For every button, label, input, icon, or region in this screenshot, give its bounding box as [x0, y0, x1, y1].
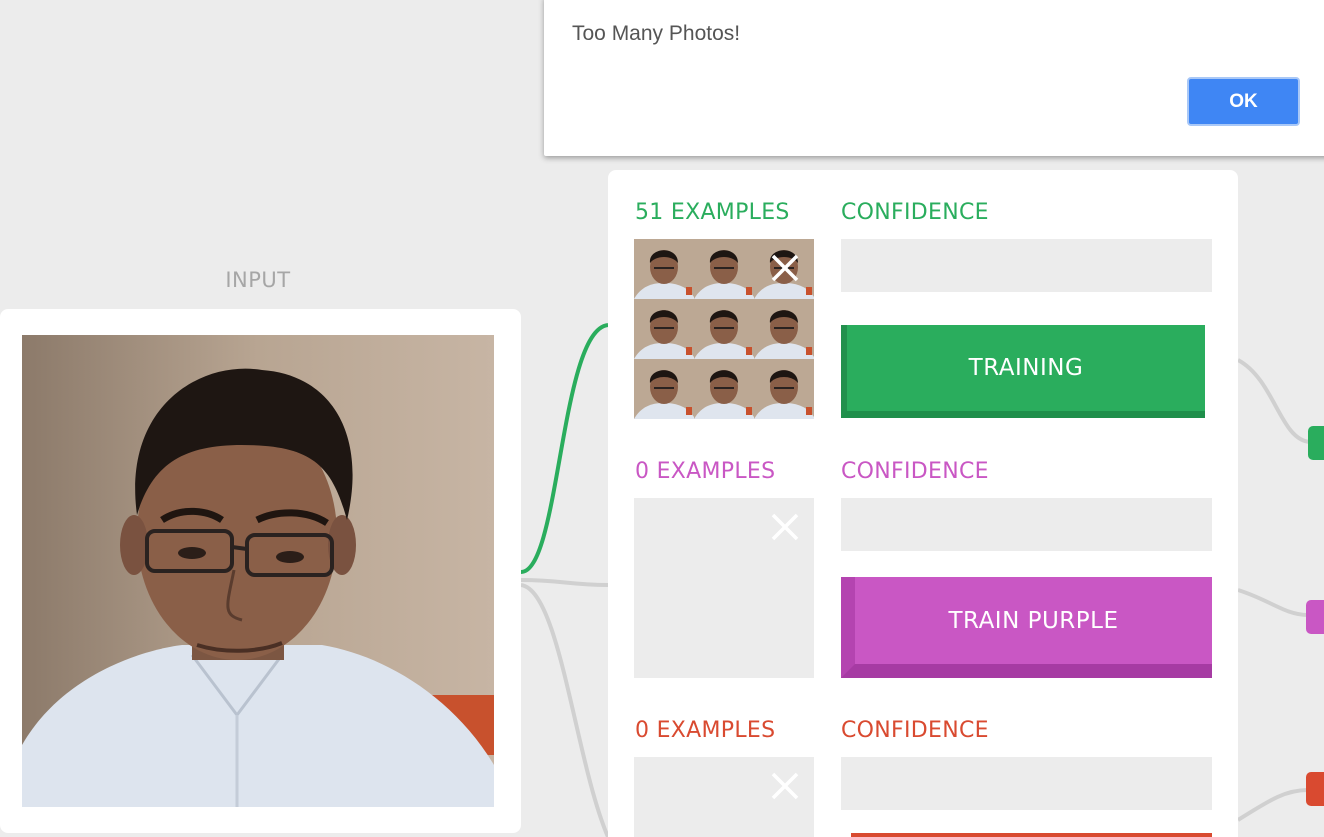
train-green-button[interactable]: TRAINING: [841, 325, 1205, 418]
example-thumbnail: [634, 239, 694, 299]
ok-button[interactable]: OK: [1187, 77, 1300, 126]
purple-output-node: [1306, 600, 1324, 634]
example-thumbnail: [694, 299, 754, 359]
green-output-node: [1308, 426, 1324, 460]
close-icon: [771, 254, 799, 282]
webcam-feed: [22, 335, 494, 807]
purple-confidence-label: CONFIDENCE: [841, 459, 989, 484]
alert-message: Too Many Photos!: [572, 22, 741, 45]
red-clear-examples-button[interactable]: [770, 771, 800, 801]
red-examples-thumbnails: [634, 757, 814, 837]
purple-clear-examples-button[interactable]: [770, 512, 800, 542]
red-confidence-label: CONFIDENCE: [841, 718, 989, 743]
green-examples-count: 51 EXAMPLES: [635, 200, 790, 225]
green-confidence-label: CONFIDENCE: [841, 200, 989, 225]
example-thumbnail: [694, 239, 754, 299]
close-icon: [771, 513, 799, 541]
train-red-button[interactable]: [851, 833, 1212, 837]
example-thumbnail: [634, 359, 694, 419]
close-icon: [771, 772, 799, 800]
app-root: INPUT 51 EXAMPLES CONFIDENCE TRAINING 0 …: [0, 0, 1324, 837]
red-output-node: [1306, 772, 1324, 806]
purple-examples-thumbnails: [634, 498, 814, 678]
example-thumbnail: [694, 359, 754, 419]
green-examples-thumbnails: [634, 239, 814, 419]
red-confidence-bar: [841, 757, 1212, 810]
purple-examples-count: 0 EXAMPLES: [635, 459, 776, 484]
train-purple-button[interactable]: TRAIN PURPLE: [841, 577, 1212, 678]
example-thumbnail: [754, 299, 814, 359]
example-thumbnail: [754, 359, 814, 419]
example-thumbnail: [634, 299, 694, 359]
red-examples-count: 0 EXAMPLES: [635, 718, 776, 743]
purple-confidence-bar: [841, 498, 1212, 551]
webcam-image: [22, 335, 494, 807]
alert-dialog: Too Many Photos! OK: [544, 0, 1324, 156]
input-title: INPUT: [225, 268, 291, 292]
green-clear-examples-button[interactable]: [770, 253, 800, 283]
green-confidence-bar: [841, 239, 1212, 292]
